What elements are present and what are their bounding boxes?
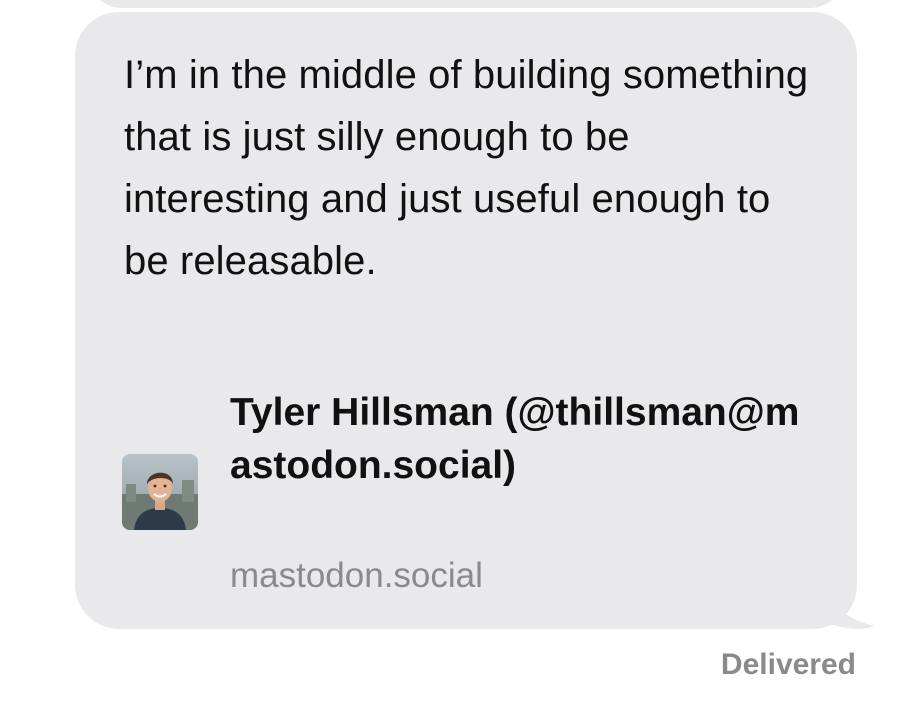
link-preview-title[interactable]: Tyler Hillsman (@thillsman@mastodon.soci… — [230, 386, 820, 492]
delivery-status: Delivered — [720, 648, 856, 681]
previous-message-bubble[interactable] — [88, 0, 844, 8]
message-text: I’m in the middle of building something … — [124, 53, 809, 283]
link-preview-card[interactable]: Tyler Hillsman (@thillsman@mastodon.soci… — [122, 386, 842, 606]
profile-photo-icon[interactable] — [122, 454, 198, 530]
link-preview-domain: mastodon.social — [230, 556, 483, 595]
message-thread: I’m in the middle of building something … — [0, 0, 906, 720]
